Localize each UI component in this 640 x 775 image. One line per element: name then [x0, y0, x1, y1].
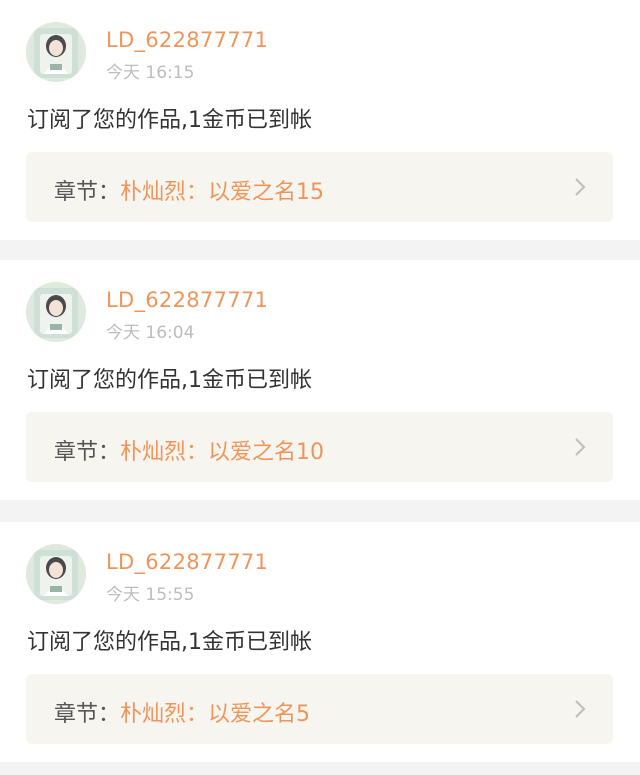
- timestamp: 今天 16:15: [106, 63, 195, 83]
- chapter-prefix: 章节：: [54, 180, 121, 205]
- notification-feed: LD_622877771 今天 16:15 订阅了您的作品,1金币已到帐 章节：…: [0, 0, 640, 775]
- chevron-right-icon: [575, 438, 586, 456]
- chapter-title: 朴灿烈：以爱之名15: [120, 180, 325, 205]
- chevron-right-icon: [575, 700, 586, 718]
- avatar-image: [26, 544, 86, 604]
- notification-card: LD_622877771 今天 16:15 订阅了您的作品,1金币已到帐 章节：…: [0, 0, 640, 240]
- avatar-image: [26, 282, 86, 342]
- chapter-text: 章节：朴灿烈：以爱之名5: [54, 696, 310, 728]
- notification-message: 订阅了您的作品,1金币已到帐: [27, 108, 312, 133]
- chapter-link[interactable]: 章节：朴灿烈：以爱之名10: [26, 412, 613, 482]
- chapter-link[interactable]: 章节：朴灿烈：以爱之名15: [26, 152, 613, 222]
- notification-card: LD_622877771 今天 15:55 订阅了您的作品,1金币已到帐 章节：…: [0, 522, 640, 762]
- avatar[interactable]: [26, 282, 86, 342]
- chapter-title: 朴灿烈：以爱之名10: [120, 440, 325, 465]
- chapter-title: 朴灿烈：以爱之名5: [120, 702, 311, 727]
- timestamp: 今天 15:55: [106, 585, 195, 605]
- avatar-image: [26, 22, 86, 82]
- timestamp: 今天 16:04: [106, 323, 195, 343]
- avatar[interactable]: [26, 544, 86, 604]
- avatar[interactable]: [26, 22, 86, 82]
- notification-card: LD_622877771 今天 16:04 订阅了您的作品,1金币已到帐 章节：…: [0, 260, 640, 500]
- chapter-prefix: 章节：: [54, 440, 121, 465]
- chapter-text: 章节：朴灿烈：以爱之名15: [54, 174, 324, 206]
- notification-message: 订阅了您的作品,1金币已到帐: [27, 368, 312, 393]
- notification-message: 订阅了您的作品,1金币已到帐: [27, 630, 312, 655]
- chevron-right-icon: [575, 178, 586, 196]
- chapter-text: 章节：朴灿烈：以爱之名10: [54, 434, 324, 466]
- username[interactable]: LD_622877771: [106, 288, 268, 312]
- chapter-link[interactable]: 章节：朴灿烈：以爱之名5: [26, 674, 613, 744]
- username[interactable]: LD_622877771: [106, 550, 268, 574]
- chapter-prefix: 章节：: [54, 702, 121, 727]
- username[interactable]: LD_622877771: [106, 28, 268, 52]
